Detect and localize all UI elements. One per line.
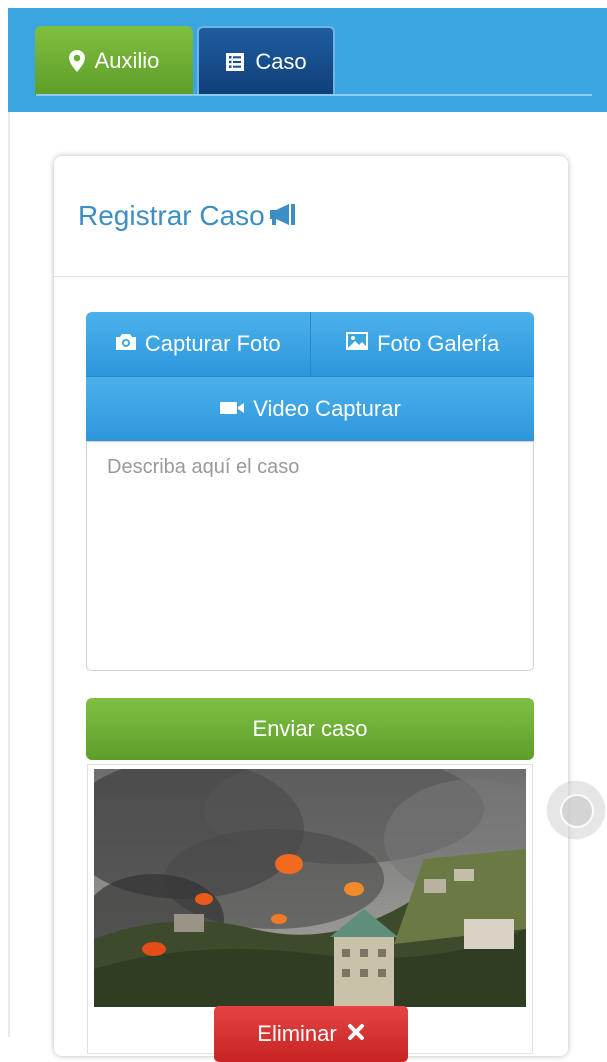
list-icon [225,52,245,72]
page-title: Registrar Caso [78,200,299,232]
send-case-button[interactable]: Enviar caso [86,698,534,760]
gallery-photo-label: Foto Galería [377,331,500,356]
tab-divider [36,94,592,96]
capture-video-button[interactable]: Video Capturar [86,377,534,441]
send-case-label: Enviar caso [252,716,368,741]
register-case-card: Registrar Caso Capturar Foto Foto Galerí… [54,156,568,1062]
gallery-photo-button[interactable]: Foto Galería [309,312,534,376]
delete-label: Eliminar [257,1021,337,1046]
top-nav-bar: Auxilio Caso [8,8,607,112]
tab-caso-label: Caso [255,49,307,74]
tab-auxilio[interactable]: Auxilio [35,26,193,96]
capture-photo-button[interactable]: Capturar Foto [86,312,310,376]
media-buttons: Capturar Foto Foto Galería [86,312,534,376]
assistive-touch-button[interactable] [548,782,604,838]
capture-photo-label: Capturar Foto [144,331,281,356]
camera-icon [115,331,137,357]
close-icon [347,1021,365,1047]
capture-video-label: Video Capturar [253,396,401,421]
delete-photo-button[interactable]: Eliminar [214,1006,408,1062]
card-header: Registrar Caso [54,156,568,277]
megaphone-icon [269,204,299,226]
page-title-text: Registrar Caso [78,200,265,231]
case-description-placeholder: Describa aquí el caso [107,456,300,478]
case-description-field[interactable]: Describa aquí el caso [86,441,534,671]
video-button-row: Video Capturar [86,376,534,441]
tab-caso[interactable]: Caso [197,26,335,96]
attached-photo [94,769,526,1007]
tab-auxilio-label: Auxilio [94,48,160,73]
map-marker-icon [68,50,85,72]
picture-icon [345,331,369,357]
video-camera-icon [219,396,245,422]
page-edge [8,112,10,1037]
